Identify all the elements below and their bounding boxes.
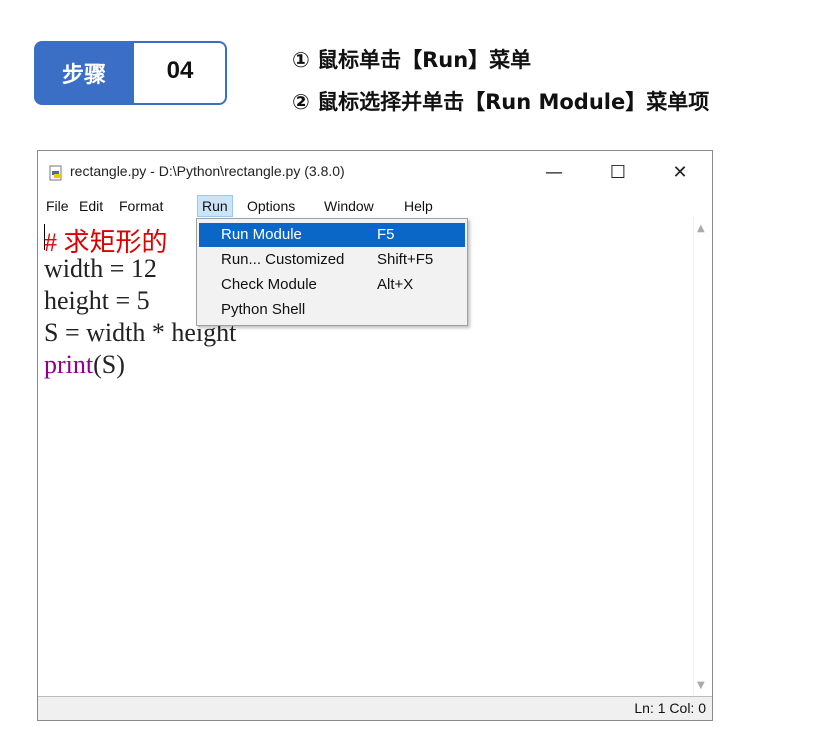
run-menu-dropdown: Run Module F5 Run... Customized Shift+F5…	[196, 218, 468, 326]
menu-item-label: Check Module	[221, 276, 317, 293]
scroll-down-icon[interactable]: ▼	[697, 680, 705, 691]
code-line-2: width = 12	[44, 254, 157, 283]
menu-file[interactable]: File	[42, 195, 73, 217]
step-number: 04	[144, 43, 216, 99]
menu-item-shortcut: Shift+F5	[377, 251, 434, 268]
window-title: rectangle.py - D:\Python\rectangle.py (3…	[70, 163, 345, 179]
step-badge: 步骤 04	[34, 41, 229, 105]
menu-item-shortcut: Alt+X	[377, 276, 414, 293]
minimize-button[interactable]: —	[534, 157, 574, 187]
menu-item-run-module[interactable]: Run Module F5	[199, 223, 465, 247]
scroll-up-icon[interactable]: ▲	[697, 223, 705, 234]
menu-item-label: Run... Customized	[221, 251, 345, 268]
close-button[interactable]: ✕	[660, 157, 700, 187]
menu-bar: File Edit Format Run Options Window Help	[38, 195, 712, 217]
menu-format[interactable]: Format	[115, 195, 167, 217]
menu-item-check-module[interactable]: Check Module Alt+X	[199, 273, 465, 297]
step-number-box: 04	[134, 41, 227, 105]
menu-run[interactable]: Run	[197, 195, 233, 217]
code-args: (S)	[93, 350, 125, 379]
menu-item-python-shell[interactable]: Python Shell	[199, 298, 465, 322]
menu-window[interactable]: Window	[320, 195, 378, 217]
cursor-position: Ln: 1 Col: 0	[634, 700, 706, 716]
title-bar[interactable]: rectangle.py - D:\Python\rectangle.py (3…	[38, 151, 712, 191]
status-bar: Ln: 1 Col: 0	[38, 696, 712, 720]
menu-item-label: Run Module	[221, 226, 302, 243]
menu-edit[interactable]: Edit	[75, 195, 107, 217]
vertical-scrollbar[interactable]: ▲ ▼	[693, 217, 712, 697]
menu-item-label: Python Shell	[221, 301, 306, 318]
menu-item-shortcut: F5	[377, 226, 395, 243]
code-line-3: height = 5	[44, 286, 150, 315]
maximize-button[interactable]: ☐	[598, 157, 638, 187]
menu-help[interactable]: Help	[400, 195, 437, 217]
menu-item-run-customized[interactable]: Run... Customized Shift+F5	[199, 248, 465, 272]
python-file-icon	[48, 165, 64, 181]
instruction-1: ① 鼠标单击【Run】菜单	[292, 48, 532, 72]
code-line-5: print(S)	[44, 350, 125, 380]
instruction-2: ② 鼠标选择并单击【Run Module】菜单项	[292, 90, 710, 114]
menu-options[interactable]: Options	[243, 195, 299, 217]
code-builtin-print: print	[44, 350, 94, 379]
step-label: 步骤	[34, 41, 134, 105]
